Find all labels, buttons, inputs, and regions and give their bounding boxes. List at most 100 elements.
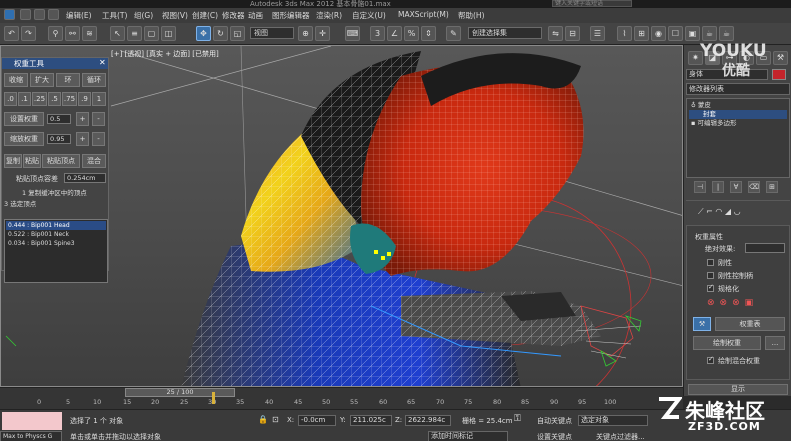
rigid-checkbox[interactable]	[707, 259, 714, 266]
menu-tools[interactable]: 工具(T)	[102, 10, 127, 21]
ring-button[interactable]: 环	[56, 73, 80, 87]
scale-plus-button[interactable]: +	[76, 132, 89, 146]
material-editor-icon[interactable]: ◉	[651, 26, 666, 41]
select-manipulate-icon[interactable]: ✛	[315, 26, 330, 41]
current-frame-marker[interactable]	[212, 392, 215, 404]
loop-button[interactable]: 循环	[82, 73, 106, 87]
normalize-checkbox[interactable]	[707, 283, 714, 292]
open-file-icon[interactable]	[34, 9, 45, 20]
weight-table-button[interactable]: 权重表	[715, 317, 785, 331]
weight-minus-button[interactable]: -	[92, 112, 105, 126]
spinner-snap-icon[interactable]: ⇕	[421, 26, 436, 41]
menu-graph-editors[interactable]: 图形编辑器	[272, 10, 310, 21]
menu-rendering[interactable]: 渲染(R)	[316, 10, 342, 21]
wrench-icon[interactable]: ⚒	[693, 317, 711, 331]
configure-sets-icon[interactable]: ⊞	[766, 181, 778, 193]
bulb-icon[interactable]: ♁	[691, 101, 696, 109]
menu-group[interactable]: 组(G)	[134, 10, 153, 21]
snaps-toggle-icon[interactable]: 3	[370, 26, 385, 41]
help-search-input[interactable]: 键入关键字或短语	[552, 0, 632, 7]
display-rollout-button[interactable]: 显示	[688, 384, 788, 395]
time-slider-track[interactable]: 25 / 100 0 5 10 15 20 25 30 35 40 45 50 …	[0, 387, 683, 409]
preset-09-button[interactable]: .9	[78, 92, 91, 106]
rendered-frame-icon[interactable]: ▣	[685, 26, 700, 41]
auto-key-button[interactable]: 自动关键点	[537, 416, 572, 426]
maxscript-listener-mini[interactable]	[2, 412, 62, 430]
z-coord-field[interactable]: 2622.984c	[405, 415, 451, 426]
selected-object-dropdown[interactable]: 选定对象	[578, 415, 648, 426]
weight-tool-title[interactable]: 权重工具	[2, 58, 108, 69]
time-slider[interactable]: 25 / 100	[125, 388, 235, 397]
angle-snap-icon[interactable]: ∠	[387, 26, 402, 41]
stack-item-skin[interactable]: ♁ 蒙皮	[689, 101, 787, 110]
unlink-icon[interactable]: ⚯	[65, 26, 80, 41]
rect-selection-icon[interactable]: ▢	[144, 26, 159, 41]
select-object-icon[interactable]: ↖	[110, 26, 125, 41]
menu-customize[interactable]: 自定义(U)	[352, 10, 386, 21]
save-file-icon[interactable]	[48, 9, 59, 20]
weight-tool-icons[interactable]: ⟋ ⌐ ◠ ◢ ◡	[698, 207, 778, 219]
script-label[interactable]: Max to Physcs G	[0, 431, 62, 441]
preset-1-button[interactable]: 1	[92, 92, 106, 106]
bone-weight-list[interactable]: 0.444 : Bip001 Head 0.522 : Bip001 Neck …	[4, 219, 108, 283]
paint-weights-button[interactable]: 绘制权重	[693, 336, 761, 350]
undo-icon[interactable]: ↶	[4, 26, 19, 41]
paste-vertex-button[interactable]: 粘贴顶点	[42, 154, 80, 168]
keyboard-shortcut-icon[interactable]: ⌨	[345, 26, 360, 41]
add-time-tag-button[interactable]: 添加时间标记	[428, 431, 508, 441]
menu-create[interactable]: 创建(C)	[192, 10, 218, 21]
named-selection-dropdown[interactable]: 创建选择集	[468, 27, 542, 39]
select-move-icon[interactable]: ✥	[196, 26, 211, 41]
blend-button[interactable]: 混合	[82, 154, 106, 168]
shrink-button[interactable]: 收缩	[4, 73, 28, 87]
viewport-label[interactable]: [+] [透视] [真实 + 边面] [已禁用]	[111, 49, 219, 59]
grow-button[interactable]: 扩大	[30, 73, 54, 87]
menu-edit[interactable]: 编辑(E)	[66, 10, 92, 21]
schematic-view-icon[interactable]: ⊞	[634, 26, 649, 41]
preset-075-button[interactable]: .75	[62, 92, 77, 106]
modifier-stack[interactable]: ♁ 蒙皮 封套 ▪ 可编辑多边形	[686, 98, 790, 178]
abs-effect-input[interactable]	[745, 243, 785, 253]
align-icon[interactable]: ⊟	[565, 26, 580, 41]
percent-snap-icon[interactable]: %	[404, 26, 419, 41]
weight-plus-button[interactable]: +	[76, 112, 89, 126]
set-weight-button[interactable]: 设置权重	[4, 112, 44, 126]
mirror-icon[interactable]: ⇋	[548, 26, 563, 41]
app-logo-icon[interactable]	[4, 9, 15, 20]
rigid-handles-checkbox[interactable]	[707, 272, 714, 279]
menu-maxscript[interactable]: MAXScript(M)	[398, 10, 449, 19]
list-item[interactable]: 0.522 : Bip001 Neck	[6, 230, 106, 239]
utilities-tab-icon[interactable]: ⚒	[773, 51, 788, 65]
render-iterative-icon[interactable]: ☕	[719, 26, 734, 41]
make-unique-icon[interactable]: ∀	[730, 181, 742, 193]
perspective-viewport[interactable]: [+] [透视] [真实 + 边面] [已禁用] 权重工具 ✕ 收缩 扩大 环 …	[0, 45, 683, 387]
key-filters-button[interactable]: 关键点过滤器...	[596, 432, 645, 441]
render-production-icon[interactable]: ☕	[702, 26, 717, 41]
paint-blend-checkbox[interactable]	[707, 355, 714, 364]
lock-selection-icon[interactable]: 🔒	[258, 415, 268, 424]
select-scale-icon[interactable]: ◱	[230, 26, 245, 41]
pivot-center-icon[interactable]: ⊕	[298, 26, 313, 41]
menu-views[interactable]: 视图(V)	[162, 10, 188, 21]
set-weight-input[interactable]: 0.5	[47, 114, 71, 124]
render-setup-icon[interactable]: ☐	[668, 26, 683, 41]
x-coord-field[interactable]: -0.0cm	[298, 415, 336, 426]
paste-tolerance-input[interactable]: 0.254cm	[64, 173, 106, 183]
absolute-mode-icon[interactable]: ⊡	[272, 415, 279, 424]
close-icon[interactable]: ✕	[99, 58, 106, 67]
select-rotate-icon[interactable]: ↻	[213, 26, 228, 41]
new-file-icon[interactable]	[20, 9, 31, 20]
copy-button[interactable]: 复制	[4, 154, 22, 168]
menu-modifiers[interactable]: 修改器	[222, 10, 245, 21]
scale-weight-input[interactable]: 0.95	[47, 134, 71, 144]
stack-item-editable-poly[interactable]: ▪ 可编辑多边形	[689, 119, 787, 128]
edit-named-selection-icon[interactable]: ✎	[446, 26, 461, 41]
preset-05-button[interactable]: .5	[48, 92, 61, 106]
reference-coord-dropdown[interactable]: 视图	[250, 27, 294, 39]
preset-01-button[interactable]: .1	[18, 92, 31, 106]
curve-editor-icon[interactable]: ⌇	[617, 26, 632, 41]
paint-options-button[interactable]: ...	[765, 336, 785, 350]
object-color-swatch[interactable]	[772, 69, 786, 80]
preset-025-button[interactable]: .25	[32, 92, 47, 106]
preset-0-button[interactable]: .0	[4, 92, 17, 106]
